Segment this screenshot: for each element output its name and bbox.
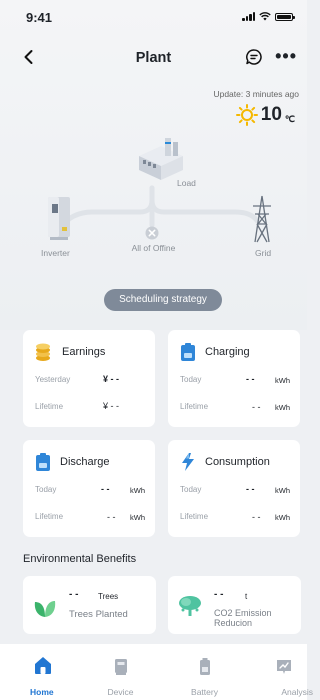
charging-today-unit: kWh <box>275 376 290 385</box>
discharge-title: Discharge <box>60 456 110 468</box>
consumption-card[interactable]: Consumption Today - - kWh Lifetime - - k… <box>168 440 300 537</box>
home-icon <box>34 657 51 674</box>
discharge-lifetime-unit: kWh <box>130 513 145 522</box>
earnings-card[interactable]: Earnings Yesterday ¥ - - Lifetime ¥ - - <box>23 330 155 427</box>
discharge-lifetime-value: - - <box>107 512 116 522</box>
tree-icon <box>179 596 201 616</box>
battery-discharge-icon <box>36 453 50 471</box>
charging-lifetime-value: - - <box>252 402 261 412</box>
earnings-lifetime-value: ¥ - - <box>103 401 120 411</box>
device-icon <box>114 659 127 675</box>
earnings-title: Earnings <box>62 346 106 358</box>
earnings-yesterday-row: Yesterday ¥ - - <box>35 374 145 384</box>
earnings-lifetime-label: Lifetime <box>35 402 64 411</box>
consumption-lifetime-row: Lifetime - - kWh <box>180 512 290 522</box>
sun-icon <box>235 104 258 126</box>
load-label: Load <box>177 178 196 188</box>
scheduling-strategy-button[interactable]: Scheduling strategy <box>104 289 222 311</box>
battery-icon <box>199 658 210 675</box>
navigation-bar: Plant ••• <box>0 40 307 76</box>
tab-device[interactable]: Device <box>82 644 159 700</box>
tab-analysis-label: Analysis <box>281 687 313 697</box>
more-icon[interactable]: ••• <box>275 46 297 67</box>
consumption-lifetime-unit: kWh <box>275 513 290 522</box>
weather-widget: 10 ℃ <box>235 104 295 126</box>
consumption-lifetime-label: Lifetime <box>180 512 209 521</box>
charging-today-label: Today <box>180 375 202 384</box>
charging-today-value: - - <box>246 374 255 384</box>
signal-icon <box>242 12 255 21</box>
discharge-today-label: Today <box>35 485 57 494</box>
consumption-today-unit: kWh <box>275 486 290 495</box>
co2-reduction-card: - - t CO2 Emission Reducion <box>168 576 301 634</box>
consumption-today-label: Today <box>180 485 202 494</box>
consumption-lifetime-value: - - <box>252 512 261 522</box>
tab-battery[interactable]: Battery <box>166 644 243 700</box>
charging-card[interactable]: Charging Today - - kWh Lifetime - - kWh <box>168 330 300 427</box>
co2-emission-label: CO2 Emission Reducion <box>214 608 272 628</box>
charging-title: Charging <box>205 346 250 358</box>
grid-tower-icon <box>253 195 271 243</box>
tab-battery-label: Battery <box>191 687 218 697</box>
offline-label: All of Offine <box>131 243 176 253</box>
discharge-lifetime-row: Lifetime - - kWh <box>35 512 145 522</box>
charging-lifetime-unit: kWh <box>275 403 290 412</box>
charging-today-row: Today - - kWh <box>180 374 290 385</box>
tab-home[interactable]: Home <box>4 644 81 700</box>
status-time: 9:41 <box>26 10 53 25</box>
trees-value: - - <box>69 589 79 600</box>
lightning-icon <box>182 453 194 471</box>
temperature-value: 10 <box>260 104 282 125</box>
coins-icon <box>36 343 50 361</box>
earnings-yesterday-value: ¥ - - <box>103 374 120 384</box>
status-icons <box>242 12 295 21</box>
earnings-lifetime-row: Lifetime ¥ - - <box>35 401 145 411</box>
co2-value: - - <box>214 589 224 600</box>
status-bar: 9:41 <box>0 0 307 34</box>
tab-analysis[interactable]: Analysis <box>240 644 317 700</box>
load-building-icon <box>139 138 183 180</box>
tab-device-label: Device <box>107 687 134 697</box>
temperature-unit: ℃ <box>284 113 295 124</box>
battery-charge-icon <box>181 343 195 361</box>
consumption-title: Consumption <box>205 456 270 468</box>
wifi-icon <box>259 12 271 21</box>
offline-status-icon <box>145 226 159 240</box>
update-time: Update: 3 minutes ago <box>213 89 299 99</box>
trees-unit: Trees <box>98 592 119 601</box>
discharge-lifetime-label: Lifetime <box>35 512 64 521</box>
consumption-today-row: Today - - kWh <box>180 484 290 495</box>
battery-status-icon <box>275 12 295 21</box>
discharge-today-unit: kWh <box>130 486 145 495</box>
environmental-benefits-title: Environmental Benefits <box>23 553 137 565</box>
chart-icon <box>277 660 291 674</box>
inverter-icon <box>48 197 70 240</box>
energy-flow-diagram: Load Inverter Grid All of Offine <box>0 130 307 280</box>
discharge-card[interactable]: Discharge Today - - kWh Lifetime - - kWh <box>23 440 155 537</box>
charging-lifetime-row: Lifetime - - kWh <box>180 402 290 412</box>
charging-lifetime-label: Lifetime <box>180 402 209 411</box>
bottom-tab-bar: Home Device Battery Analysis <box>0 644 313 700</box>
trees-planted-label: Trees Planted <box>69 609 128 620</box>
leaf-icon <box>34 601 56 617</box>
tab-home-label: Home <box>30 687 54 697</box>
co2-unit: t <box>245 592 248 601</box>
consumption-today-value: - - <box>246 484 255 494</box>
discharge-today-row: Today - - kWh <box>35 484 145 495</box>
earnings-yesterday-label: Yesterday <box>35 375 71 384</box>
trees-planted-card: - - Trees Trees Planted <box>23 576 156 634</box>
chat-icon[interactable] <box>245 48 263 66</box>
discharge-today-value: - - <box>101 484 110 494</box>
